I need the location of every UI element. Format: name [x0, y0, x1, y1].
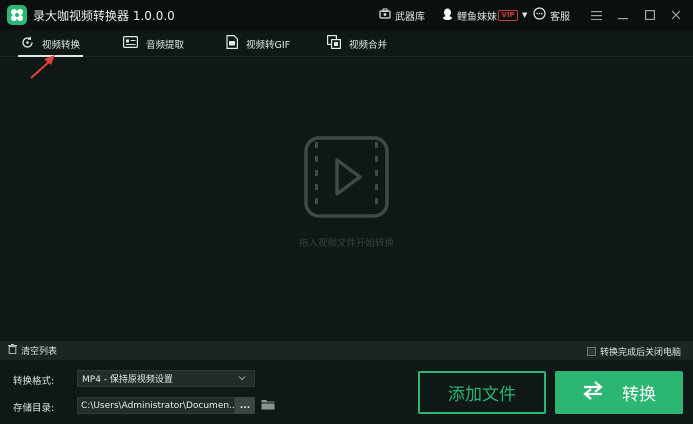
toolbox-label: 武器库: [395, 11, 425, 23]
toolbox-button[interactable]: 武器库: [379, 7, 425, 23]
clover-logo-icon: [7, 5, 27, 25]
customer-service-button[interactable]: 客服: [533, 7, 570, 23]
user-account[interactable]: 鲤鱼妹妹: [442, 7, 497, 23]
shutdown-label: 转换完成后关闭电脑: [599, 348, 681, 358]
tab-label: 视频转GIF: [246, 39, 291, 51]
chat-bubble-icon: [533, 7, 546, 23]
output-dir-value: C:\Users\Administrator\Documen...: [81, 400, 235, 411]
tab-video-to-gif[interactable]: 视频转GIF: [226, 30, 290, 57]
bottom-panel: 转换格式: MP4 - 保持原视频设置 存储目录: C:\Users\Admin…: [0, 360, 693, 424]
shutdown-after-convert-option[interactable]: 转换完成后关闭电脑: [586, 345, 681, 358]
shutdown-checkbox[interactable]: [586, 347, 596, 356]
vip-badge[interactable]: VIP ▼: [498, 7, 527, 23]
function-tab-bar: 视频转换 音频提取 视频转GIF 视频合并: [0, 30, 693, 57]
username-label: 鲤鱼妹妹: [457, 11, 497, 23]
clear-list-label: 清空列表: [21, 347, 58, 357]
open-folder-icon[interactable]: [261, 398, 275, 413]
vip-badge-label: VIP: [498, 9, 518, 21]
trash-icon: [8, 344, 17, 357]
video-play-icon: [304, 136, 389, 221]
toolbox-icon: [379, 8, 391, 22]
maximize-icon: [645, 10, 655, 20]
tab-label: 音频提取: [146, 39, 185, 51]
app-title: 录大咖视频转换器 1.0.0.0: [33, 9, 175, 23]
minimize-button[interactable]: [613, 5, 633, 25]
close-button[interactable]: [666, 5, 686, 25]
gif-file-icon: [226, 35, 238, 52]
drop-hint-text: 拖入视频文件开始转换: [298, 238, 394, 249]
list-toolbar: 清空列表 转换完成后关闭电脑: [0, 341, 693, 360]
user-avatar-icon: [442, 8, 453, 23]
clear-list-button[interactable]: 清空列表: [8, 344, 57, 357]
convert-button[interactable]: 转换: [555, 371, 683, 414]
title-bar: 录大咖视频转换器 1.0.0.0 武器库 鲤鱼妹妹 VIP ▼ 客服: [0, 0, 693, 30]
output-dir-label: 存储目录:: [13, 403, 55, 414]
audio-extract-icon: [123, 36, 139, 51]
customer-service-label: 客服: [550, 11, 570, 23]
chevron-down-icon: [238, 374, 246, 385]
close-icon: [671, 10, 681, 20]
video-convert-icon: [21, 36, 34, 52]
merge-icon: [327, 35, 342, 52]
tab-audio-extract[interactable]: 音频提取: [123, 30, 184, 57]
dropdown-caret-icon: ▼: [522, 11, 528, 19]
browse-button[interactable]: ...: [235, 397, 255, 414]
format-label: 转换格式:: [13, 376, 55, 387]
tab-video-merge[interactable]: 视频合并: [327, 30, 387, 57]
tab-label: 视频转换: [42, 39, 81, 51]
format-value: MP4 - 保持原视频设置: [82, 375, 173, 385]
hamburger-menu-icon: [590, 10, 602, 20]
menu-button[interactable]: [586, 5, 606, 25]
convert-arrows-icon: [582, 380, 604, 405]
minimize-icon: [618, 18, 628, 20]
add-file-button[interactable]: 添加文件: [418, 371, 546, 414]
format-select[interactable]: MP4 - 保持原视频设置: [77, 370, 255, 387]
convert-label: 转换: [622, 385, 656, 405]
tab-label: 视频合并: [349, 39, 388, 51]
output-dir-input[interactable]: C:\Users\Administrator\Documen...: [77, 397, 235, 414]
maximize-button[interactable]: [640, 5, 660, 25]
